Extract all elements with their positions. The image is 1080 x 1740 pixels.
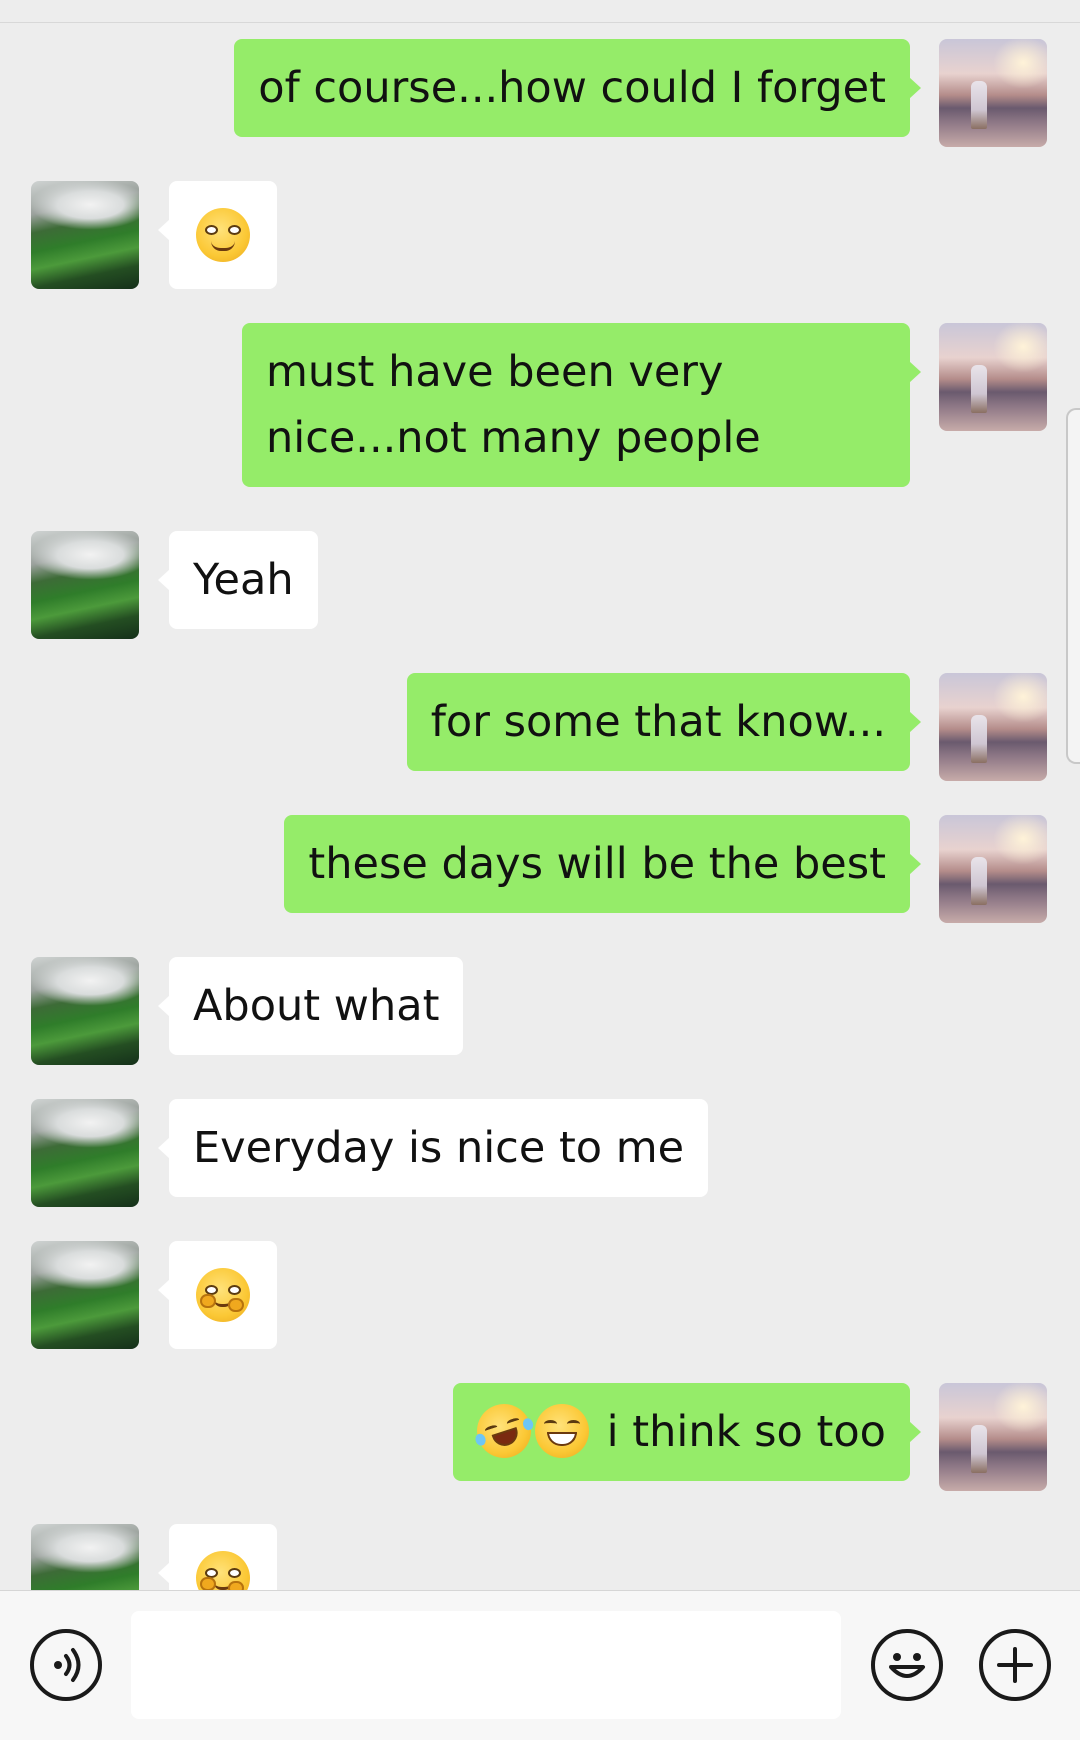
hugging-face-icon — [196, 1551, 250, 1590]
outgoing-message-bubble[interactable]: must have been very nice...not many peop… — [242, 323, 921, 487]
input-bar — [0, 1590, 1080, 1740]
grinning-face-icon — [534, 1403, 589, 1458]
contact-avatar[interactable] — [31, 957, 139, 1065]
incoming-message-bubble[interactable] — [158, 1524, 277, 1590]
voice-input-icon — [54, 1648, 81, 1682]
incoming-message-bubble[interactable]: Everyday is nice to me — [157, 1099, 709, 1197]
outgoing-message-bubble[interactable]: for some that know... — [406, 673, 922, 771]
chat-message-list[interactable]: of course...how could I forget must have… — [0, 0, 1080, 1590]
hugging-face-icon — [196, 1268, 250, 1322]
contact-avatar[interactable] — [31, 1099, 139, 1207]
plus-icon — [997, 1647, 1033, 1683]
smiley-face-icon — [889, 1653, 925, 1678]
message-text: these days will be the best — [308, 839, 886, 889]
voice-input-button[interactable] — [30, 1629, 102, 1701]
smirk-face-icon — [196, 208, 250, 262]
outgoing-message-bubble[interactable]: of course...how could I forget — [234, 39, 921, 137]
more-options-button[interactable] — [979, 1629, 1051, 1701]
message-text: for some that know... — [430, 697, 886, 747]
top-divider — [0, 22, 1080, 23]
incoming-message-bubble[interactable]: About what — [157, 957, 464, 1055]
message-text: About what — [193, 981, 440, 1031]
my-avatar[interactable] — [939, 39, 1047, 147]
incoming-message-bubble[interactable] — [158, 1241, 277, 1349]
message-text: of course...how could I forget — [258, 63, 886, 113]
contact-avatar[interactable] — [31, 1241, 139, 1349]
incoming-message-bubble[interactable] — [158, 181, 277, 289]
incoming-message-bubble[interactable]: Yeah — [158, 531, 318, 629]
rolling-laughing-face-icon — [469, 1396, 538, 1465]
message-text: Everyday is nice to me — [193, 1123, 685, 1173]
contact-avatar[interactable] — [31, 531, 139, 639]
emoji-button[interactable] — [871, 1629, 943, 1701]
my-avatar[interactable] — [939, 1383, 1047, 1491]
outgoing-message-bubble[interactable]: i think so too — [452, 1383, 922, 1481]
my-avatar[interactable] — [939, 323, 1047, 431]
message-text-input[interactable] — [131, 1611, 841, 1719]
message-text: i think so too — [606, 1407, 886, 1457]
contact-avatar[interactable] — [31, 1524, 139, 1590]
message-text: must have been very nice...not many peop… — [266, 347, 761, 463]
message-text: Yeah — [193, 555, 294, 605]
outgoing-message-bubble[interactable]: these days will be the best — [284, 815, 921, 913]
my-avatar[interactable] — [939, 815, 1047, 923]
contact-avatar[interactable] — [31, 181, 139, 289]
scroll-handle[interactable] — [1066, 408, 1080, 764]
my-avatar[interactable] — [939, 673, 1047, 781]
